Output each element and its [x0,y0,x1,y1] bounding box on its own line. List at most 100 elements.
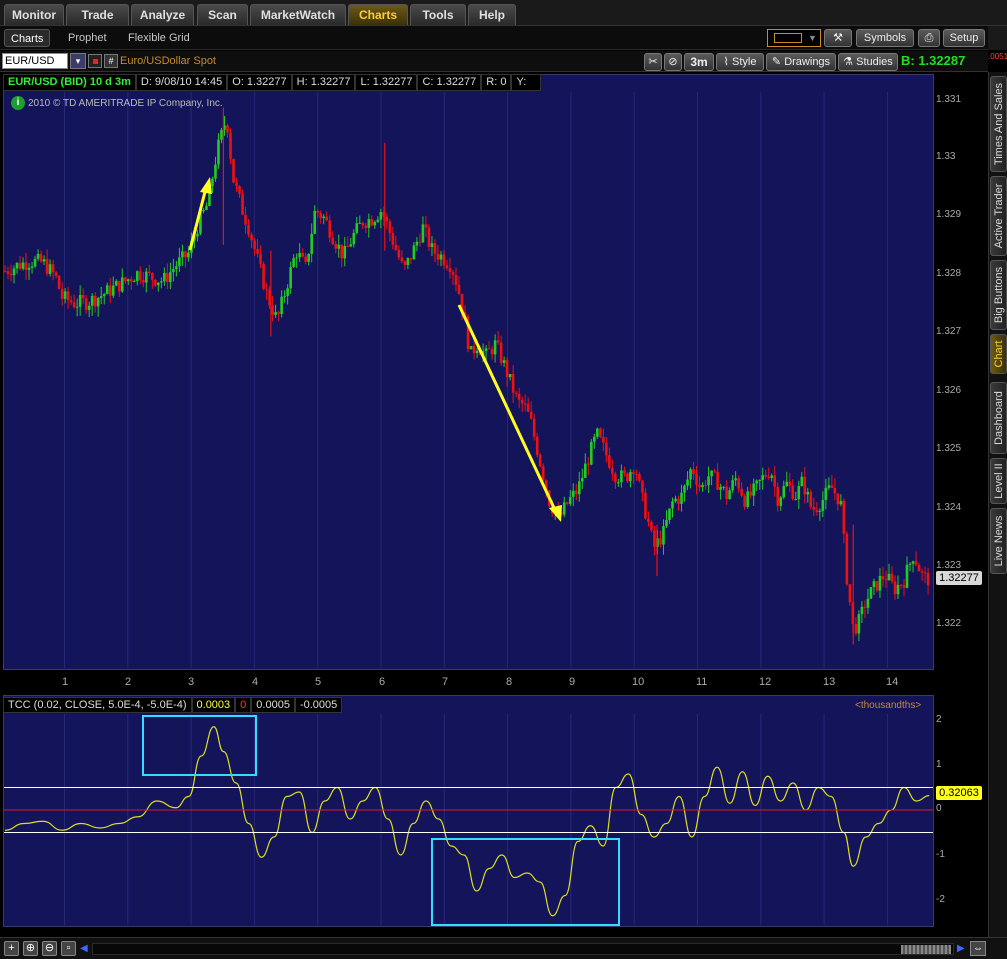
candle-body [587,463,590,465]
candle-body [157,282,160,286]
candle-body [737,478,740,489]
candle-body [647,518,650,523]
zoom-box-icon[interactable]: ▫ [61,941,76,956]
side-tab-times-and-sales[interactable]: Times And Sales [990,76,1007,172]
side-tab-big-buttons[interactable]: Big Buttons [990,260,1007,330]
tcc-last-value-marker: 0.32063 [936,786,982,800]
candle-body [923,572,927,574]
candle-body [69,300,73,303]
candle-body [367,219,371,228]
candle-body [90,295,94,306]
candle-body [499,342,503,363]
candle-body [701,484,704,488]
candle-body [719,486,722,490]
zoom-in-icon[interactable]: ⊕ [23,941,38,956]
zoom-out-icon[interactable]: ⊖ [42,941,57,956]
horizontal-scrollbar[interactable] [92,943,954,955]
candle-body [376,219,380,222]
candle-body [599,428,602,438]
candle-body [370,219,374,226]
candle-body [475,350,479,354]
price-tick: 1.323 [936,560,962,571]
candle-body [48,264,52,274]
candle-body [650,522,653,531]
side-tab-dashboard[interactable]: Dashboard [990,382,1007,454]
candle-body [677,498,680,504]
time-tick: 7 [442,676,449,688]
tcc-title[interactable]: TCC (0.02, CLOSE, 5.0E-4, -5.0E-4) [3,697,192,713]
candle-body [842,500,846,534]
candle-body [890,573,894,582]
candle-body [163,272,166,282]
candle-body [608,455,611,468]
candle-body [821,499,825,511]
candle-body [391,233,395,245]
candle-body [18,262,22,269]
candle-body [15,262,19,269]
candles [3,107,930,645]
candle-body [731,480,734,491]
candle-body [175,266,178,270]
price-tick: 1.326 [936,385,962,396]
candle-body [160,281,163,283]
candle-body [301,252,304,257]
candle-body [857,614,861,634]
candle-body [36,253,40,259]
candle-body [511,373,515,393]
candle-body [235,182,238,187]
candle-body [490,349,494,355]
candle-body [869,587,873,599]
candle-body [698,484,701,488]
candle-body [111,285,115,296]
scrollbar-thumb[interactable] [901,945,951,954]
candle-body [120,277,124,292]
candle-body [400,257,404,262]
tcc-units-label: <thousandths> [855,700,922,711]
candle-body [166,272,169,283]
side-tab-label: Active Trader [992,183,1005,249]
candle-body [502,360,506,363]
candle-body [126,279,130,282]
copyright-text: 2010 © TD AMERITRADE IP Company, Inc. [28,98,223,109]
candle-body [743,495,746,507]
candle-body [343,246,347,259]
side-tab-label: Times And Sales [992,82,1005,166]
candle-body [9,273,13,276]
candle-body [409,258,413,260]
candle-body [605,442,608,456]
candle-body [298,252,301,258]
candle-body [538,454,542,467]
candle-body [334,244,338,249]
candle-body [66,291,70,301]
y-readout: Y: [511,74,542,91]
candle-body [340,244,344,259]
fit-width-icon[interactable]: ⇔ [970,941,986,956]
candle-body [99,296,103,298]
info-icon[interactable]: i [11,96,25,110]
price-tick: 1.324 [936,502,962,513]
expand-icon[interactable]: + [4,941,19,956]
candle-body [565,502,569,504]
side-tab-chart[interactable]: Chart [990,334,1007,374]
candle-body [638,473,641,481]
candle-body [217,139,220,165]
candle-body [791,485,795,500]
side-tab-live-news[interactable]: Live News [990,508,1007,574]
candle-body [758,479,761,481]
date-readout: D: 9/08/10 14:45 [135,74,228,91]
candle-body [229,132,232,159]
candle-body [674,498,677,502]
candle-body [484,348,488,351]
candle-body [902,585,906,588]
scroll-left-icon[interactable]: ◀ [80,943,88,954]
time-tick: 2 [125,676,132,688]
candle-body [472,346,476,354]
candle-body [818,510,822,512]
candle-body [632,472,635,474]
candle-body [211,178,214,186]
low-readout: L: 1.32277 [355,74,418,91]
side-tab-active-trader[interactable]: Active Trader [990,176,1007,256]
scroll-right-icon[interactable]: ▶ [957,943,965,954]
side-tab-level-ii[interactable]: Level II [990,458,1007,504]
candle-body [187,252,190,258]
